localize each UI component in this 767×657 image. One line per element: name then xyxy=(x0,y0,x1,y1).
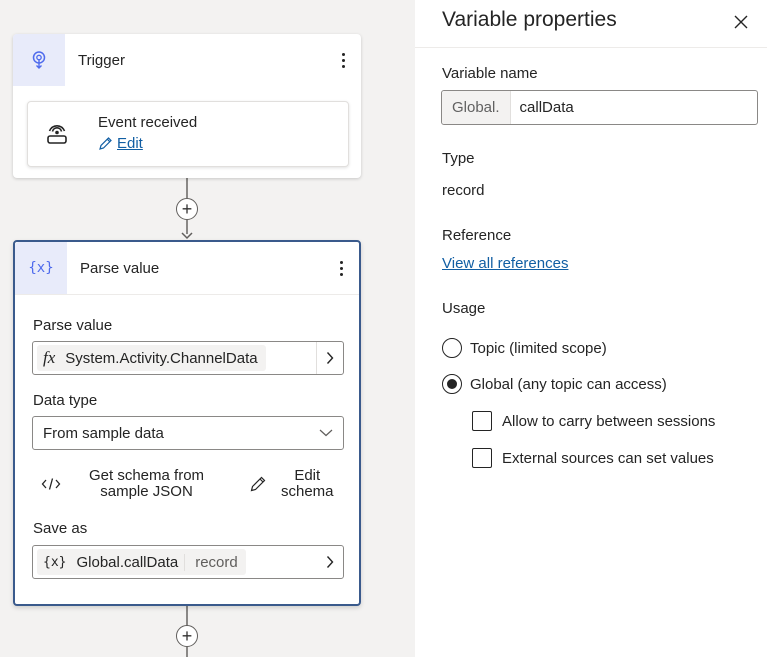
variable-scope-prefix: Global. xyxy=(442,91,511,124)
variable-name-label: Variable name xyxy=(442,65,538,82)
variable-pill: {x} Global.callData record xyxy=(37,549,246,575)
reference-label: Reference xyxy=(442,227,512,244)
variable-braces-icon: {x} xyxy=(28,260,54,276)
parse-value-expression: System.Activity.ChannelData xyxy=(65,349,258,367)
variable-properties-panel: Variable properties Variable name Global… xyxy=(415,0,767,657)
get-schema-from-sample-button[interactable]: Get schema from sample JSON xyxy=(41,468,204,500)
data-type-select[interactable]: From sample data xyxy=(32,416,344,450)
trigger-node-header: Trigger xyxy=(13,34,361,86)
get-schema-label: Get schema from sample JSON xyxy=(89,468,204,500)
parse-value-node[interactable]: {x} Parse value Parse value fx System.Ac… xyxy=(13,240,361,606)
chevron-right-icon xyxy=(326,352,334,364)
checkbox-external-sources[interactable] xyxy=(472,448,492,468)
chevron-down-icon xyxy=(319,429,333,437)
save-as-label: Save as xyxy=(33,520,88,537)
edit-schema-line1: Edit xyxy=(294,467,321,484)
carry-between-sessions-option[interactable]: Allow to carry between sessions xyxy=(472,411,715,431)
variable-icon-box: {x} xyxy=(15,242,67,294)
edit-link-label: Edit xyxy=(117,135,143,152)
trigger-node[interactable]: Trigger Event received Edit xyxy=(13,34,361,178)
save-as-variable-name: Global.callData xyxy=(76,553,179,571)
connector-line xyxy=(186,606,188,626)
panel-header-divider xyxy=(415,47,767,48)
variable-braces-icon: {x} xyxy=(43,554,67,570)
edit-schema-button[interactable]: Edit schema xyxy=(249,468,334,500)
type-value: record xyxy=(442,182,485,199)
trigger-icon xyxy=(32,51,46,69)
close-icon[interactable] xyxy=(732,13,750,31)
authoring-canvas: + + Trigger Event received Edit {x} Pars… xyxy=(0,0,415,657)
usage-option-global[interactable]: Global (any topic can access) xyxy=(442,374,667,394)
panel-title: Variable properties xyxy=(442,8,617,31)
add-step-button[interactable]: + xyxy=(176,198,198,220)
checkbox-label: Allow to carry between sessions xyxy=(502,412,716,430)
usage-label: Usage xyxy=(442,300,486,317)
pencil-icon xyxy=(99,137,112,150)
edit-schema-label: Edit schema xyxy=(281,468,334,500)
usage-option-label: Global (any topic can access) xyxy=(470,375,667,393)
save-as-variable-type: record xyxy=(184,553,238,571)
trigger-icon-box xyxy=(13,34,65,86)
external-sources-option[interactable]: External sources can set values xyxy=(472,448,714,468)
checkbox-label: External sources can set values xyxy=(502,449,714,467)
event-broadcast-icon xyxy=(47,125,67,144)
code-icon xyxy=(41,478,61,490)
variable-name-value[interactable]: callData xyxy=(511,99,574,116)
type-label: Type xyxy=(442,150,475,167)
edit-schema-line2: schema xyxy=(281,483,334,500)
get-schema-line2: sample JSON xyxy=(100,483,193,500)
data-type-selected-value: From sample data xyxy=(43,424,164,442)
plus-icon: + xyxy=(181,199,193,219)
get-schema-line1: Get schema from xyxy=(89,467,205,484)
chevron-right-icon xyxy=(326,556,334,568)
expand-expression-button[interactable] xyxy=(316,342,343,374)
plus-icon: + xyxy=(181,626,193,646)
connector-line xyxy=(186,647,188,657)
trigger-node-title: Trigger xyxy=(78,51,125,69)
edit-trigger-link[interactable]: Edit xyxy=(98,135,143,152)
event-received-title: Event received xyxy=(98,114,198,131)
formula-pill: fx System.Activity.ChannelData xyxy=(37,345,266,371)
fx-icon: fx xyxy=(43,348,56,367)
event-received-card[interactable]: Event received Edit xyxy=(27,101,349,167)
more-vertical-icon[interactable] xyxy=(337,256,345,280)
radio-topic[interactable] xyxy=(442,338,462,358)
radio-global[interactable] xyxy=(442,374,462,394)
pencil-icon xyxy=(250,476,266,492)
arrow-down-icon xyxy=(181,232,193,240)
view-all-references-link[interactable]: View all references xyxy=(442,255,568,272)
add-step-button[interactable]: + xyxy=(176,625,198,647)
data-type-label: Data type xyxy=(33,392,98,409)
usage-option-topic[interactable]: Topic (limited scope) xyxy=(442,338,607,358)
more-vertical-icon[interactable] xyxy=(339,48,347,72)
checkbox-carry-between-sessions[interactable] xyxy=(472,411,492,431)
parse-value-label: Parse value xyxy=(33,317,113,334)
parse-node-title: Parse value xyxy=(80,259,160,277)
parse-node-header: {x} Parse value xyxy=(15,242,359,295)
parse-value-expression-field[interactable]: fx System.Activity.ChannelData xyxy=(32,341,344,375)
open-variable-button[interactable] xyxy=(317,546,343,578)
variable-name-field[interactable]: Global. callData xyxy=(441,90,758,125)
save-as-variable-field[interactable]: {x} Global.callData record xyxy=(32,545,344,579)
connector-line xyxy=(186,178,188,198)
usage-option-label: Topic (limited scope) xyxy=(470,339,607,357)
